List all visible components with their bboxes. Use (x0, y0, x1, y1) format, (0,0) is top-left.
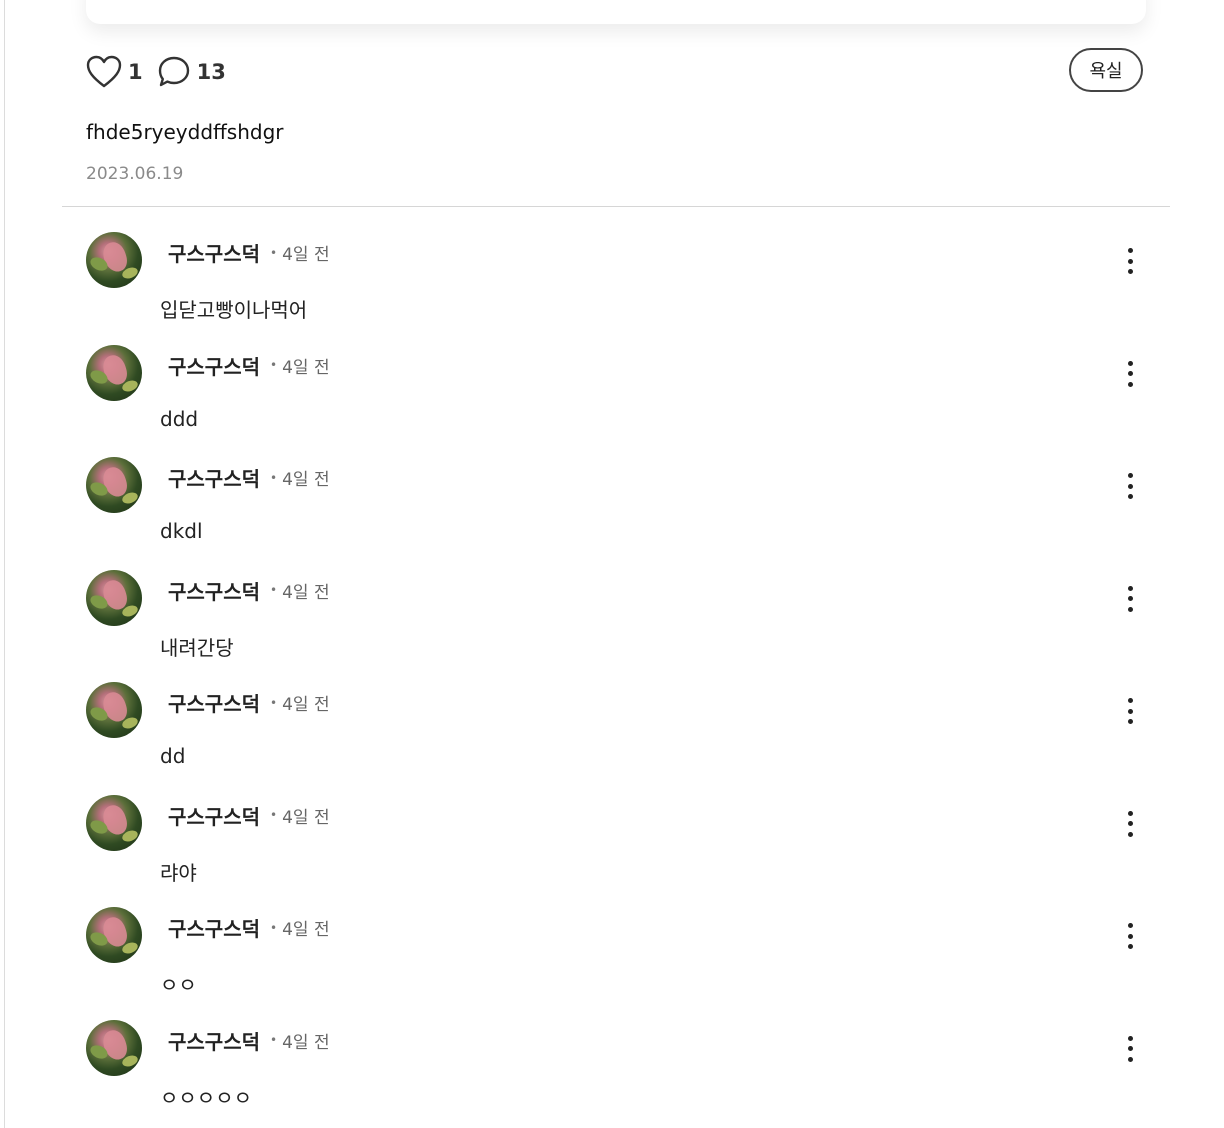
left-border (4, 0, 5, 1128)
more-options-icon[interactable] (1118, 584, 1142, 614)
comment-item: 구스구스덕 • 4일 전 ㅇㅇㅇㅇㅇ (86, 1019, 1146, 1128)
like-count: 1 (128, 60, 143, 84)
more-options-icon[interactable] (1118, 471, 1142, 501)
more-options-icon[interactable] (1118, 1034, 1142, 1064)
comment-item: 구스구스덕 • 4일 전 dkdl (86, 457, 1146, 570)
comment-time: 4일 전 (282, 582, 330, 603)
avatar[interactable] (86, 1019, 142, 1076)
comment-text: 입닫고빵이나먹어 (160, 298, 308, 322)
comment-item: 구스구스덕 • 4일 전 ㅇㅇ (86, 907, 1146, 1020)
comment-time: 4일 전 (282, 807, 330, 828)
post-actions: 1 13 (86, 52, 240, 92)
comment-author[interactable]: 구스구스덕 (168, 801, 260, 830)
meta-separator: • (270, 808, 278, 822)
comment-meta: 구스구스덕 • 4일 전 (168, 688, 330, 717)
comment-time: 4일 전 (282, 357, 330, 378)
comment-author[interactable]: 구스구스덕 (168, 576, 260, 605)
comment-text: ddd (160, 406, 199, 431)
comment-item: 구스구스덕 • 4일 전 내려간당 (86, 569, 1146, 683)
post-body: fhde5ryeyddffshdgr (86, 120, 284, 144)
avatar[interactable] (86, 457, 142, 513)
meta-separator: • (270, 1033, 278, 1047)
comment-text: dkdl (160, 519, 203, 543)
avatar[interactable] (86, 794, 142, 851)
meta-separator: • (270, 695, 278, 710)
avatar[interactable] (86, 907, 142, 963)
comment-time: 4일 전 (282, 245, 330, 265)
avatar[interactable] (86, 232, 142, 288)
like-button[interactable]: 1 (86, 55, 157, 89)
comment-time: 4일 전 (282, 1032, 330, 1053)
comment-meta: 구스구스덕 • 4일 전 (168, 1026, 330, 1055)
more-options-icon[interactable] (1118, 809, 1142, 839)
comment-item: 구스구스덕 • 4일 전 dd (86, 682, 1146, 795)
comment-time: 4일 전 (282, 920, 330, 940)
comment-author[interactable]: 구스구스덕 (168, 913, 260, 942)
comment-item: 구스구스덕 • 4일 전 랴야 (86, 794, 1146, 908)
report-button[interactable]: 욕실 (1069, 48, 1143, 92)
comment-text: ㅇㅇ (160, 973, 197, 997)
speech-bubble-icon (158, 56, 189, 87)
avatar[interactable] (86, 344, 142, 401)
comment-text: ㅇㅇㅇㅇㅇ (160, 1085, 252, 1110)
post-date: 2023.06.19 (86, 164, 184, 184)
comment-meta: 구스구스덕 • 4일 전 (168, 351, 330, 380)
meta-separator: • (270, 583, 278, 597)
more-options-icon[interactable] (1118, 359, 1142, 389)
comment-button[interactable]: 13 (157, 55, 240, 89)
more-options-icon[interactable] (1118, 696, 1142, 726)
comment-author[interactable]: 구스구스덕 (168, 351, 260, 380)
comment-count: 13 (196, 60, 226, 84)
comment-text: 내려간당 (160, 635, 234, 660)
comment-meta: 구스구스덕 • 4일 전 (168, 576, 330, 605)
comment-list: 구스구스덕 • 4일 전 입닫고빵이나먹어 구스구스덕 • 4일 전 ddd 구… (86, 232, 1146, 1128)
comment-text: 랴야 (160, 860, 197, 885)
comment-time: 4일 전 (282, 695, 330, 715)
comment-meta: 구스구스덕 • 4일 전 (168, 913, 330, 942)
comment-author[interactable]: 구스구스덕 (168, 463, 260, 492)
meta-separator: • (270, 245, 278, 260)
comment-item: 구스구스덕 • 4일 전 입닫고빵이나먹어 (86, 232, 1146, 345)
more-options-icon[interactable] (1118, 246, 1142, 276)
post-card (86, 0, 1146, 24)
comment-author[interactable]: 구스구스덕 (168, 688, 260, 717)
meta-separator: • (270, 920, 278, 935)
meta-separator: • (270, 358, 278, 372)
comment-time: 4일 전 (282, 470, 330, 490)
more-options-icon[interactable] (1118, 921, 1142, 951)
comment-author[interactable]: 구스구스덕 (168, 238, 260, 267)
comment-item: 구스구스덕 • 4일 전 ddd (86, 344, 1146, 458)
avatar[interactable] (86, 569, 142, 626)
meta-separator: • (270, 470, 278, 485)
comment-author[interactable]: 구스구스덕 (168, 1026, 260, 1055)
post-detail-page: 1 13 욕실 fhde5ryeyddffshdgr 2023.06.19 구스… (0, 0, 1224, 1128)
divider (62, 206, 1170, 207)
comment-text: dd (160, 744, 186, 768)
comment-meta: 구스구스덕 • 4일 전 (168, 801, 330, 830)
comment-meta: 구스구스덕 • 4일 전 (168, 238, 330, 267)
heart-icon (86, 55, 122, 88)
avatar[interactable] (86, 682, 142, 738)
comment-meta: 구스구스덕 • 4일 전 (168, 463, 330, 492)
